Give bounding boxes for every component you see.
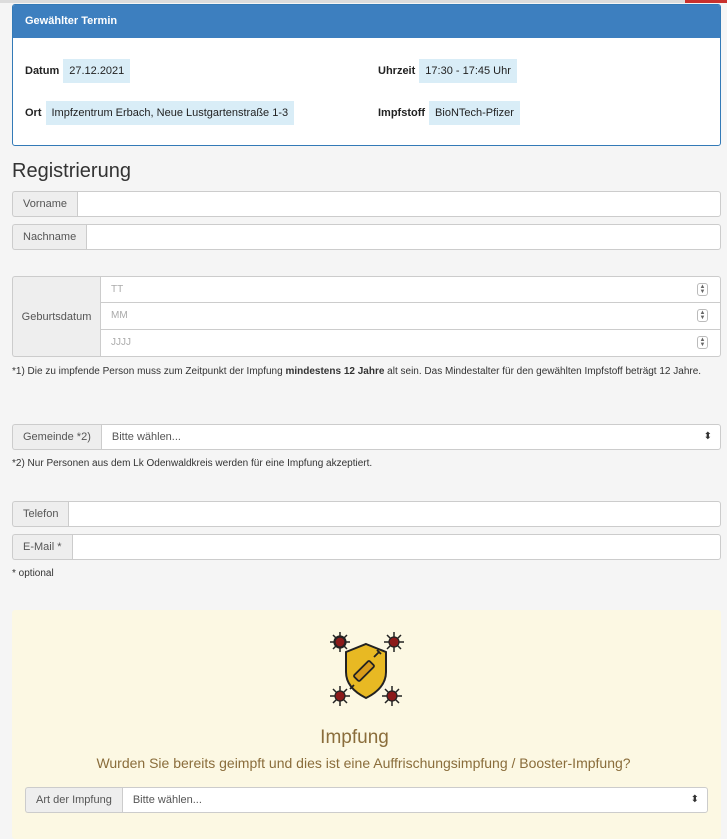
impfstoff-label: Impfstoff	[378, 107, 426, 119]
gemeinde-selected: Bitte wählen...	[111, 431, 181, 443]
top-strip-accent	[685, 0, 727, 3]
page-title: Registrierung	[12, 160, 131, 182]
tag-placeholder: TT	[111, 284, 124, 295]
termin-panel: Gewählter Termin Datum 27.12.2021 Uhrzei…	[12, 4, 721, 146]
select-arrows-icon: ⬍	[703, 431, 712, 442]
age-note: *1) Die zu impfende Person muss zum Zeit…	[12, 364, 721, 380]
nachname-group: Nachname	[12, 224, 721, 250]
geburtsdatum-fields: TT ▲ ▼ MM ▲ ▼ JJJJ ▲ ▼	[100, 276, 721, 357]
telefon-group: Telefon	[12, 501, 721, 527]
monat-spinner-icon[interactable]: ▲ ▼	[697, 309, 708, 322]
telefon-input[interactable]	[68, 501, 721, 527]
uhrzeit-value: 17:30 - 17:45 Uhr	[419, 59, 517, 83]
nachname-label: Nachname	[12, 224, 87, 250]
monat-placeholder: MM	[111, 310, 128, 321]
age-note-suffix: alt sein. Das Mindestalter für den gewäh…	[384, 366, 702, 377]
vaccine-shield-icon	[330, 632, 404, 706]
gemeinde-select[interactable]: Bitte wählen... ⬍	[100, 424, 721, 450]
email-group: E-Mail *	[12, 534, 721, 560]
ort-row: Ort Impfzentrum Erbach, Neue Lustgartens…	[25, 101, 295, 125]
select-arrows-icon: ⬍	[690, 794, 699, 805]
top-strip	[0, 0, 727, 3]
tag-spinner-icon[interactable]: ▲ ▼	[697, 283, 708, 296]
art-selected: Bitte wählen...	[132, 794, 202, 806]
termin-panel-header: Gewählter Termin	[13, 5, 720, 38]
art-label: Art der Impfung	[25, 787, 122, 813]
impfung-question: Wurden Sie bereits geimpft und dies ist …	[96, 755, 631, 771]
jahr-spinner-icon[interactable]: ▲ ▼	[697, 336, 708, 349]
age-note-prefix: *1) Die zu impfende Person muss zum Zeit…	[12, 366, 286, 377]
email-label: E-Mail *	[12, 534, 72, 560]
art-group: Art der Impfung Bitte wählen... ⬍	[25, 787, 708, 813]
ort-label: Ort	[25, 107, 42, 119]
impfstoff-row: Impfstoff BioNTech-Pfizer	[378, 101, 520, 125]
datum-value: 27.12.2021	[63, 59, 131, 83]
monat-input[interactable]: MM ▲ ▼	[100, 303, 721, 330]
art-select[interactable]: Bitte wählen... ⬍	[121, 787, 708, 813]
impfung-title: Impfung	[320, 727, 389, 748]
jahr-placeholder: JJJJ	[111, 337, 131, 348]
age-note-bold: mindestens 12 Jahre	[285, 366, 385, 377]
gemeinde-group: Gemeinde *2) Bitte wählen... ⬍	[12, 424, 721, 450]
vorname-input[interactable]	[77, 191, 721, 217]
geburtsdatum-group: Geburtsdatum TT ▲ ▼ MM ▲ ▼ JJJJ ▲ ▼	[12, 276, 721, 357]
email-input[interactable]	[71, 534, 721, 560]
uhrzeit-row: Uhrzeit 17:30 - 17:45 Uhr	[378, 59, 517, 83]
datum-row: Datum 27.12.2021	[25, 59, 131, 83]
vorname-label: Vorname	[12, 191, 78, 217]
vorname-group: Vorname	[12, 191, 721, 217]
jahr-input[interactable]: JJJJ ▲ ▼	[100, 330, 721, 357]
ort-value: Impfzentrum Erbach, Neue Lustgartenstraß…	[45, 101, 295, 125]
datum-label: Datum	[25, 65, 60, 77]
optional-note: * optional	[12, 568, 54, 579]
uhrzeit-label: Uhrzeit	[378, 65, 416, 77]
nachname-input[interactable]	[86, 224, 721, 250]
tag-input[interactable]: TT ▲ ▼	[100, 276, 721, 303]
gemeinde-note: *2) Nur Personen aus dem Lk Odenwaldkrei…	[12, 458, 373, 469]
telefon-label: Telefon	[12, 501, 69, 527]
impfstoff-value: BioNTech-Pfizer	[429, 101, 520, 125]
gemeinde-label: Gemeinde *2)	[12, 424, 101, 450]
geburtsdatum-label: Geburtsdatum	[12, 276, 100, 357]
